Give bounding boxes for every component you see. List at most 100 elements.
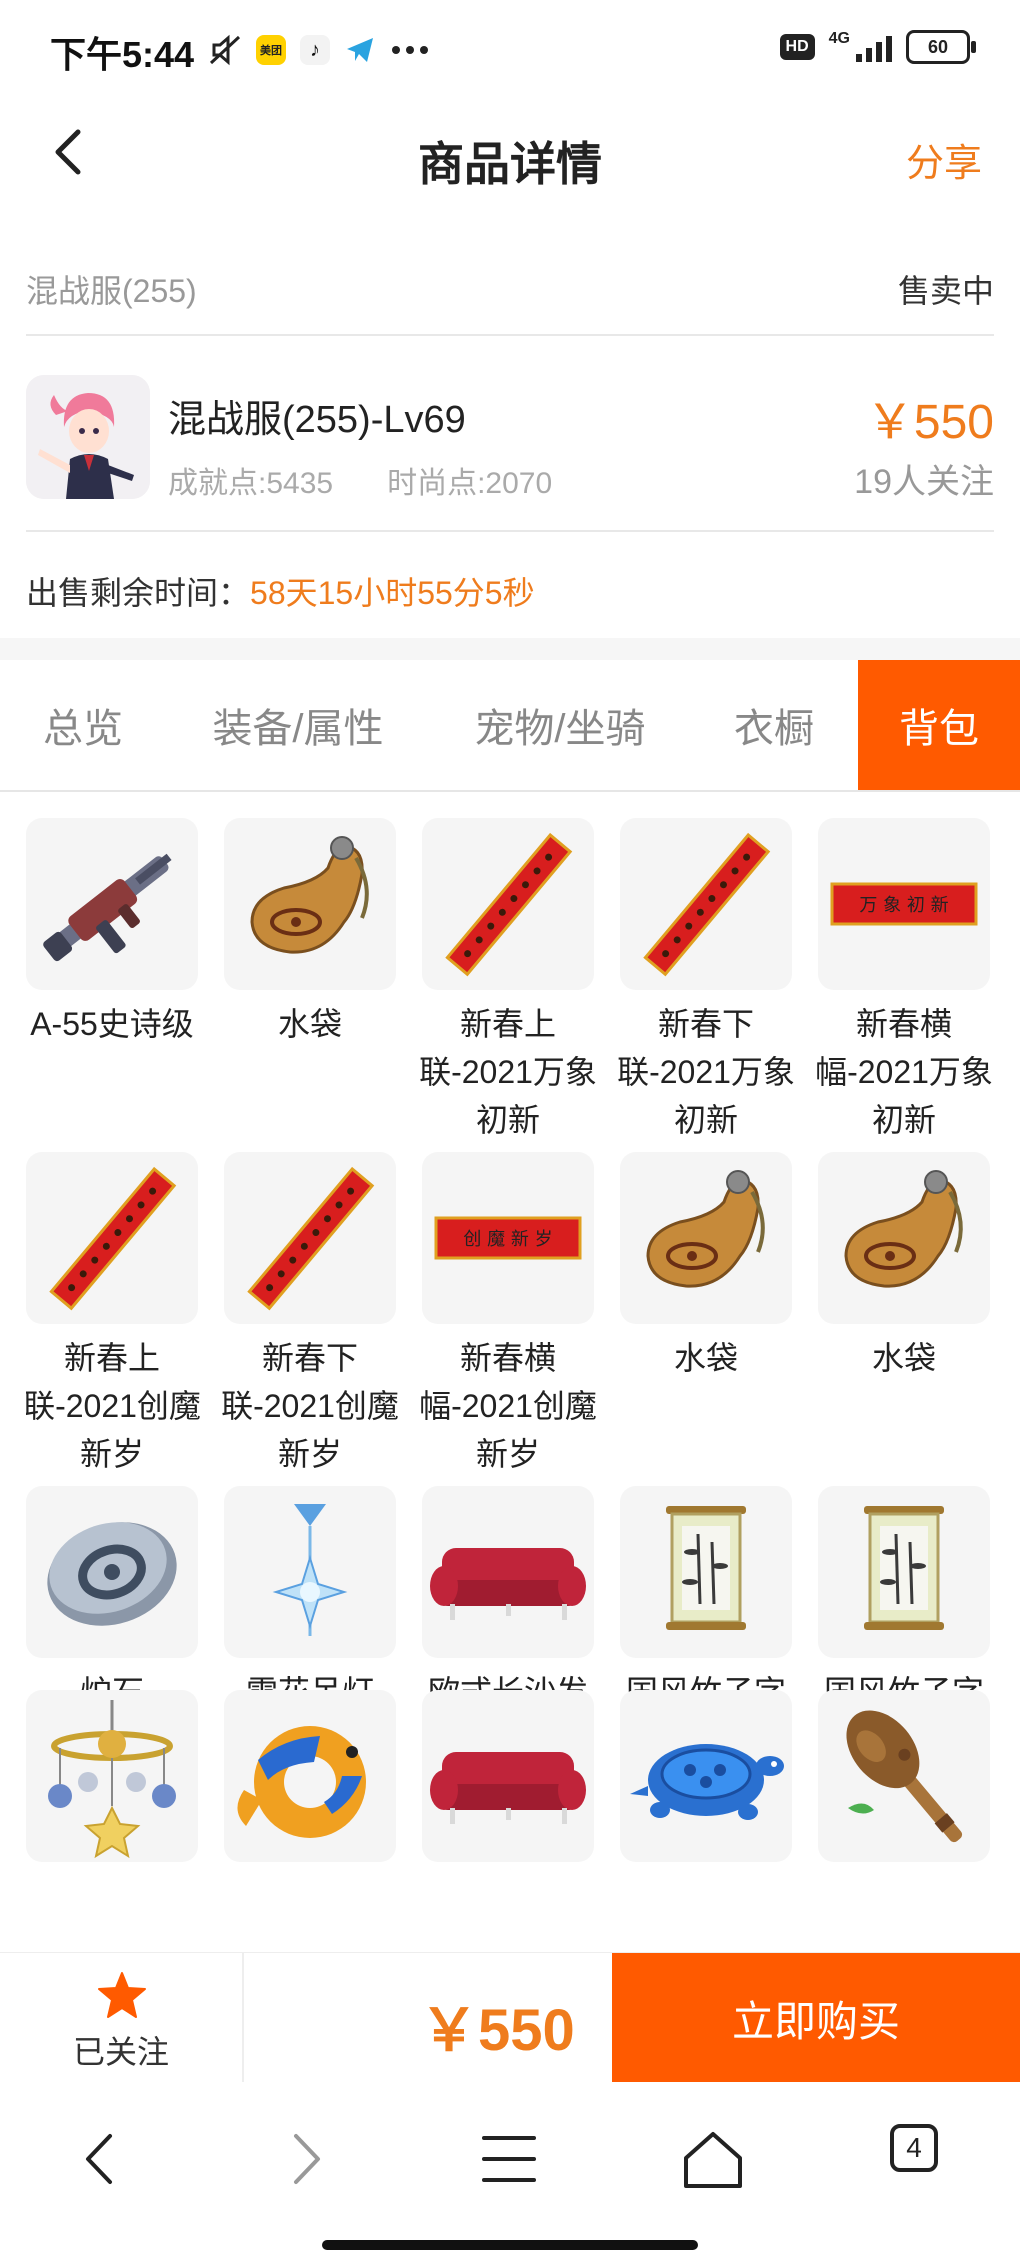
item-label: 新春上联-2021万象初新	[419, 1006, 597, 1138]
tiktok-icon: ♪	[300, 35, 330, 65]
browser-tabs-button[interactable]: 4	[890, 2124, 938, 2172]
backpack-item[interactable]: 新春上联-2021万象初新	[419, 818, 597, 1144]
waterbag-icon	[224, 818, 396, 990]
server-name: 混战服(255)	[26, 273, 197, 309]
page-title: 商品详情	[418, 138, 602, 190]
item-label: 新春下联-2021创魔新岁	[221, 1340, 399, 1472]
rifle-icon	[26, 818, 198, 990]
remaining-time-label: 出售剩余时间：	[26, 575, 251, 611]
status-system-icons: HD 4G 60	[779, 30, 976, 64]
backpack-item[interactable]: 万 象 初 新新春横幅-2021万象初新	[815, 818, 993, 1144]
backpack-item[interactable]: 欧式长沙发	[422, 1486, 594, 1716]
follower-count: 19人关注	[854, 463, 994, 501]
scroll-icon	[818, 1486, 990, 1658]
backpack-item[interactable]: 新春下联-2021创魔新岁	[221, 1152, 399, 1478]
backpack-item[interactable]: 创 魔 新 岁新春横幅-2021创魔新岁	[419, 1152, 597, 1478]
remaining-time: 出售剩余时间：58天15小时55分5秒	[26, 568, 535, 614]
remaining-time-value: 58天15小时55分5秒	[250, 575, 535, 611]
status-app-icons: 美团 ♪	[208, 30, 430, 70]
sofa-icon	[422, 1690, 594, 1862]
tab-wardrobe[interactable]: 衣橱	[690, 660, 858, 790]
backpack-item[interactable]	[224, 1690, 396, 1872]
hearthstone-icon	[26, 1486, 198, 1658]
scroll-icon	[620, 1486, 792, 1658]
club-icon	[818, 1690, 990, 1862]
backpack-item[interactable]: 水袋	[620, 1152, 792, 1382]
backpack-item[interactable]: 水袋	[818, 1152, 990, 1382]
mute-icon	[209, 34, 241, 66]
banner-icon: 万 象 初 新	[818, 818, 990, 990]
turtle-icon	[620, 1690, 792, 1862]
signal-icon	[856, 32, 892, 62]
item-label: 新春横幅-2021万象初新	[815, 1006, 993, 1138]
detail-tabs: 总览 装备/属性 宠物/坐骑 衣橱 背包	[0, 660, 1020, 792]
follow-label: 已关注	[72, 2034, 169, 2070]
server-row: 混战服(255) 售卖中	[26, 254, 994, 336]
item-label: 新春上联-2021创魔新岁	[26, 1340, 201, 1472]
swim-ring-icon	[224, 1690, 396, 1862]
follow-button[interactable]: 已关注	[0, 1953, 244, 2083]
item-label: 新春下联-2021万象初新	[617, 1006, 795, 1138]
browser-home-icon[interactable]	[678, 2124, 748, 2194]
tab-backpack[interactable]: 背包	[858, 660, 1020, 790]
buy-now-button[interactable]: 立即购买	[612, 1953, 1020, 2083]
nav-bar: 商品详情 分享	[0, 96, 1020, 216]
achievement-points: 成就点:5435	[168, 467, 334, 500]
waterbag-icon	[818, 1152, 990, 1324]
item-label: 水袋	[871, 1340, 936, 1376]
couplet-icon	[26, 1152, 198, 1324]
battery-level: 60	[927, 36, 949, 57]
couplet-icon	[422, 818, 594, 990]
product-summary[interactable]: 混战服(255)-Lv69 成就点:5435 时尚点:2070 ￥550 19人关…	[26, 340, 994, 532]
telegram-icon	[347, 38, 373, 62]
browser-back-icon[interactable]	[66, 2124, 136, 2194]
item-label: 水袋	[673, 1340, 738, 1376]
share-button[interactable]: 分享	[906, 132, 982, 187]
status-bar: 下午5:44 美团 ♪ HD 4G 60	[0, 0, 1020, 96]
character-avatar	[26, 375, 150, 499]
backpack-grid: A-55史诗级 水袋 新春上联-2021万象初新 新春下联-2021万象初新万 象 初…	[26, 818, 994, 1952]
tab-equipment[interactable]: 装备/属性	[166, 660, 430, 790]
backpack-item[interactable]	[422, 1690, 594, 1872]
section-divider	[0, 638, 1020, 660]
network-label: 4G	[828, 30, 850, 47]
item-label: A-55史诗级	[30, 1006, 194, 1042]
star-icon	[98, 1972, 146, 2018]
banner-icon: 创 魔 新 岁	[422, 1152, 594, 1324]
browser-forward-icon[interactable]	[270, 2124, 340, 2194]
tab-pets[interactable]: 宠物/坐骑	[430, 660, 690, 790]
backpack-item[interactable]: 新春上联-2021创魔新岁	[26, 1152, 201, 1478]
svg-text:创 魔 新 岁: 创 魔 新 岁	[463, 1229, 552, 1250]
battery-icon: 60	[906, 30, 976, 64]
item-label: 新春横幅-2021创魔新岁	[419, 1340, 597, 1472]
item-label: 水袋	[277, 1006, 342, 1042]
back-arrow-icon[interactable]	[40, 122, 100, 182]
bottom-price: ￥550	[420, 1998, 575, 2063]
status-time: 下午5:44	[50, 34, 195, 75]
sofa-icon	[422, 1486, 594, 1658]
tab-count: 4	[906, 2132, 922, 2163]
backpack-item[interactable]: A-55史诗级	[26, 818, 198, 1048]
backpack-item[interactable]	[818, 1690, 990, 1872]
backpack-item[interactable]: 雪花吊灯	[224, 1486, 396, 1716]
fashion-points: 时尚点:2070	[387, 467, 553, 500]
home-indicator	[322, 2240, 698, 2250]
browser-menu-icon[interactable]	[474, 2124, 544, 2194]
hd-badge: HD	[779, 34, 815, 60]
backpack-item[interactable]: 炉石	[26, 1486, 198, 1716]
backpack-item[interactable]: 水袋	[224, 818, 396, 1048]
backpack-item[interactable]	[26, 1690, 198, 1872]
chandelier-icon	[224, 1486, 396, 1658]
tab-overview[interactable]: 总览	[0, 660, 166, 790]
waterbag-icon	[620, 1152, 792, 1324]
bottom-action-bar: 已关注 ￥550 立即购买	[0, 1952, 1020, 2083]
backpack-item[interactable]: 新春下联-2021万象初新	[617, 818, 795, 1144]
mobile-icon	[26, 1690, 198, 1862]
sale-status: 售卖中	[897, 273, 994, 309]
product-price: ￥550	[865, 396, 994, 449]
svg-text:万 象 初 新: 万 象 初 新	[859, 895, 948, 916]
meituan-icon: 美团	[256, 35, 286, 65]
backpack-item[interactable]	[620, 1690, 792, 1872]
couplet-icon	[620, 818, 792, 990]
product-title: 混战服(255)-Lv69	[168, 399, 466, 441]
